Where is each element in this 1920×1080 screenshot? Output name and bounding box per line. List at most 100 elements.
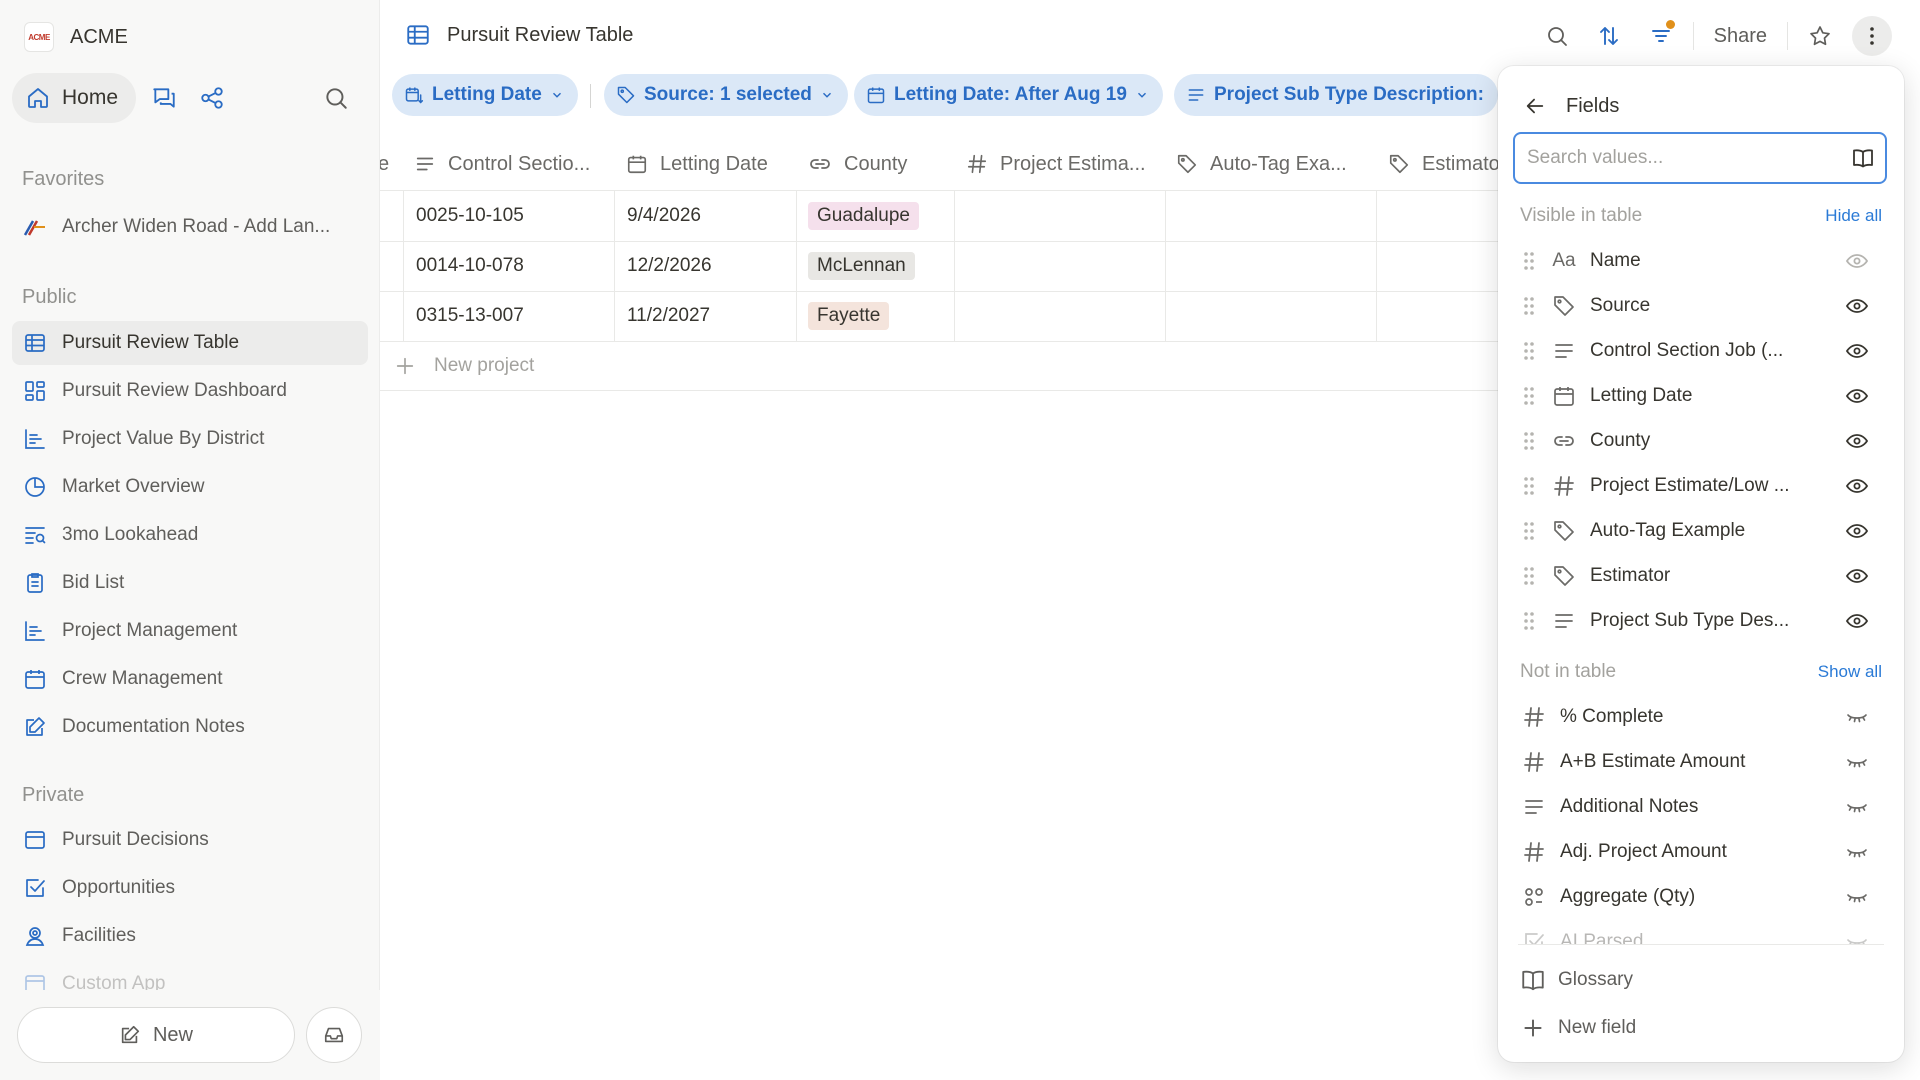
star-icon[interactable] <box>1800 16 1840 56</box>
drag-handle-icon[interactable] <box>1518 610 1540 632</box>
field-item-letting-date[interactable]: Letting Date <box>1518 373 1884 418</box>
column-header-auto-tag-example[interactable]: Auto-Tag Exa... <box>1176 138 1347 190</box>
eye-icon[interactable] <box>1842 609 1872 633</box>
column-header-project-estimate[interactable]: Project Estima... <box>966 138 1146 190</box>
table-row[interactable]: 0014-10-078 12/2/2026 McLennan <box>380 241 1520 292</box>
field-item-aggregate-qty[interactable]: Aggregate (Qty) <box>1518 874 1884 919</box>
eye-icon[interactable] <box>1842 564 1872 588</box>
calendar-icon <box>866 85 886 105</box>
field-item-auto-tag-example[interactable]: Auto-Tag Example <box>1518 508 1884 553</box>
cell-control-section[interactable]: 0014-10-078 <box>416 241 524 291</box>
eye-closed-icon[interactable] <box>1842 885 1872 909</box>
filter-chip-letting-date[interactable]: Letting Date: After Aug 19 <box>854 74 1163 116</box>
new-project-label: New project <box>434 354 535 376</box>
eye-closed-icon[interactable] <box>1842 705 1872 729</box>
drag-handle-icon[interactable] <box>1518 475 1540 497</box>
eye-closed-icon[interactable] <box>1842 750 1872 774</box>
sidebar-item-archer-widen-road[interactable]: Archer Widen Road - Add Lan... <box>12 205 368 249</box>
eye-closed-icon[interactable] <box>1842 840 1872 864</box>
cell-county[interactable]: Fayette <box>808 291 890 341</box>
field-item-estimator[interactable]: Estimator <box>1518 553 1884 598</box>
glossary-book-icon[interactable] <box>1851 146 1875 170</box>
sidebar-item-facilities[interactable]: Facilities <box>12 914 368 958</box>
workspace-switcher[interactable]: ACME ACME <box>24 22 128 52</box>
cell-county[interactable]: Guadalupe <box>808 191 919 241</box>
field-item-name[interactable]: Aa Name <box>1518 238 1884 283</box>
search-icon[interactable] <box>1537 16 1577 56</box>
filter-chip-project-sub-type[interactable]: Project Sub Type Description: <box>1174 74 1498 116</box>
drag-handle-icon[interactable] <box>1518 250 1540 272</box>
table-row[interactable]: 0025-10-105 9/4/2026 Guadalupe <box>380 191 1520 242</box>
drag-handle-icon[interactable] <box>1518 565 1540 587</box>
sidebar-item-pursuit-review-dashboard[interactable]: Pursuit Review Dashboard <box>12 369 368 413</box>
sidebar-item-opportunities[interactable]: Opportunities <box>12 866 368 910</box>
drag-handle-icon[interactable] <box>1518 520 1540 542</box>
sidebar-item-project-value-by-district[interactable]: Project Value By District <box>12 417 368 461</box>
cell-control-section[interactable]: 0315-13-007 <box>416 291 524 341</box>
more-options-icon[interactable] <box>1852 16 1892 56</box>
sidebar-item-documentation-notes[interactable]: Documentation Notes <box>12 705 368 749</box>
sidebar-item-3mo-lookahead[interactable]: 3mo Lookahead <box>12 513 368 557</box>
eye-icon[interactable] <box>1842 474 1872 498</box>
sidebar-item-crew-management[interactable]: Crew Management <box>12 657 368 701</box>
cell-county[interactable]: McLennan <box>808 241 915 291</box>
glossary-button[interactable]: Glossary <box>1520 958 1633 1002</box>
table-row[interactable]: 0315-13-007 11/2/2027 Fayette <box>380 291 1520 342</box>
field-item-complete[interactable]: % Complete <box>1518 694 1884 739</box>
drag-handle-icon[interactable] <box>1518 295 1540 317</box>
field-item-project-sub-type-des[interactable]: Project Sub Type Des... <box>1518 598 1884 643</box>
filter-chip-source[interactable]: Source: 1 selected <box>604 74 848 116</box>
column-header-letting-date[interactable]: Letting Date <box>626 138 768 190</box>
eye-icon[interactable] <box>1842 429 1872 453</box>
eye-icon[interactable] <box>1842 294 1872 318</box>
drag-handle-icon[interactable] <box>1518 340 1540 362</box>
share-button[interactable]: Share <box>1706 25 1775 48</box>
eye-icon[interactable] <box>1842 519 1872 543</box>
field-item-adj-project-amount[interactable]: Adj. Project Amount <box>1518 829 1884 874</box>
back-arrow-icon[interactable] <box>1524 95 1546 117</box>
connections-icon[interactable] <box>192 78 232 118</box>
inbox-button[interactable] <box>306 1007 362 1063</box>
sidebar-item-label: 3mo Lookahead <box>62 524 199 545</box>
sidebar-top-nav: Home <box>12 73 362 123</box>
cell-letting-date[interactable]: 12/2/2026 <box>627 241 712 291</box>
field-item-ai-parsed[interactable]: AI Parsed <box>1518 919 1884 944</box>
filter-icon[interactable] <box>1641 16 1681 56</box>
new-field-button[interactable]: New field <box>1520 1006 1636 1050</box>
cell-letting-date[interactable]: 11/2/2027 <box>627 291 710 341</box>
sidebar-item-pursuit-review-table[interactable]: Pursuit Review Table <box>12 321 368 365</box>
field-item-control-section-job[interactable]: Control Section Job (... <box>1518 328 1884 373</box>
field-item-project-estimate-low[interactable]: Project Estimate/Low ... <box>1518 463 1884 508</box>
field-search-input[interactable] <box>1527 147 1851 169</box>
column-header-control-section[interactable]: Control Sectio... <box>414 138 590 190</box>
new-project-row[interactable]: New project <box>380 341 1520 391</box>
drag-handle-icon[interactable] <box>1518 385 1540 407</box>
column-header-county[interactable]: County <box>808 138 907 190</box>
show-all-button[interactable]: Show all <box>1818 662 1882 682</box>
column-header-estimator[interactable]: Estimato <box>1388 138 1500 190</box>
field-item-county[interactable]: County <box>1518 418 1884 463</box>
sidebar-item-project-management[interactable]: Project Management <box>12 609 368 653</box>
eye-closed-icon[interactable] <box>1842 930 1872 944</box>
sort-chip-letting-date[interactable]: Letting Date <box>392 74 578 116</box>
sidebar-item-label: Archer Widen Road - Add Lan... <box>62 216 331 237</box>
eye-closed-icon[interactable] <box>1842 795 1872 819</box>
hide-all-button[interactable]: Hide all <box>1825 206 1882 226</box>
new-page-button[interactable]: New <box>17 1007 295 1063</box>
drag-handle-icon[interactable] <box>1518 430 1540 452</box>
cell-letting-date[interactable]: 9/4/2026 <box>627 191 701 241</box>
field-item-additional-notes[interactable]: Additional Notes <box>1518 784 1884 829</box>
sidebar-item-pursuit-decisions[interactable]: Pursuit Decisions <box>12 818 368 862</box>
sidebar-item-bid-list[interactable]: Bid List <box>12 561 368 605</box>
field-item-source[interactable]: Source <box>1518 283 1884 328</box>
eye-icon[interactable] <box>1842 339 1872 363</box>
chat-icon[interactable] <box>144 78 184 118</box>
home-button[interactable]: Home <box>12 73 137 123</box>
sidebar-item-market-overview[interactable]: Market Overview <box>12 465 368 509</box>
field-item-a-b-estimate-amount[interactable]: A+B Estimate Amount <box>1518 739 1884 784</box>
eye-icon[interactable] <box>1842 384 1872 408</box>
column-header-name[interactable]: e <box>380 138 389 190</box>
cell-control-section[interactable]: 0025-10-105 <box>416 191 524 241</box>
search-icon[interactable] <box>316 78 356 118</box>
sort-icon[interactable] <box>1589 16 1629 56</box>
